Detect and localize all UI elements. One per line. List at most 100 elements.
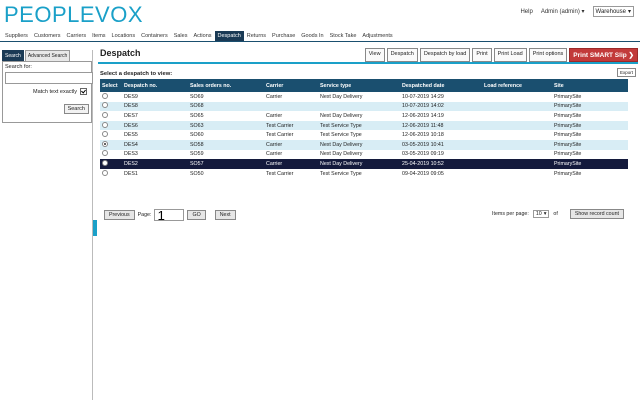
print-button[interactable]: Print	[472, 48, 492, 62]
sidebar-resize-handle[interactable]	[93, 220, 97, 236]
despatch-by-load-button[interactable]: Despatch by load	[419, 48, 471, 62]
nav-item-adjustments[interactable]: Adjustments	[359, 31, 395, 41]
table-row-selected[interactable]: DES2 SO57 Carrier Next Day Delivery 25-0…	[100, 159, 628, 169]
despatched-date-cell: 10-07-2019 14:29	[400, 92, 482, 102]
print-load-button[interactable]: Print Load	[493, 48, 527, 62]
nav-item-returns[interactable]: Returns	[244, 31, 269, 41]
service-type-cell: Next Day Delivery	[318, 139, 400, 150]
items-per-page-value: 10	[535, 211, 542, 217]
next-button[interactable]: Next	[214, 210, 236, 220]
table-row[interactable]: DES4 SO58 Carrier Next Day Delivery 03-0…	[100, 139, 628, 150]
column-header-service-type[interactable]: Service type	[318, 79, 400, 92]
page-number-input[interactable]	[154, 209, 185, 221]
search-input[interactable]	[5, 72, 93, 84]
search-button[interactable]: Search	[63, 104, 89, 114]
carrier-cell: Test Carrier	[264, 168, 318, 179]
nav-item-customers[interactable]: Customers	[31, 31, 64, 41]
nav-item-carriers[interactable]: Carriers	[64, 31, 90, 41]
carrier-cell: Test Carrier	[264, 120, 318, 131]
select-cell	[100, 120, 122, 131]
table-row[interactable]: DES9 SO69 Carrier Next Day Delivery 10-0…	[100, 92, 628, 102]
table-row[interactable]: DES5 SO60 Test Carrier Test Service Type…	[100, 130, 628, 140]
service-type-cell: Test Service Type	[318, 120, 400, 131]
table-row[interactable]: DES8 SO68 10-07-2019 14:02 PrimarySite	[100, 101, 628, 112]
row-radio[interactable]	[102, 121, 108, 128]
nav-item-locations[interactable]: Locations	[109, 31, 139, 41]
select-cell	[100, 139, 122, 150]
site-cell: PrimarySite	[552, 92, 628, 102]
previous-button[interactable]: Previous	[104, 210, 135, 220]
select-despatch-heading: Select a despatch to view:	[100, 71, 173, 77]
despatch-no-cell: DES1	[122, 168, 188, 179]
column-header-despatch-no[interactable]: Despatch no.	[122, 79, 188, 92]
column-header-despatched-date[interactable]: Despatched date	[400, 79, 482, 92]
service-type-cell	[318, 101, 400, 112]
despatch-no-cell: DES3	[122, 149, 188, 160]
column-header-site[interactable]: Site	[552, 79, 628, 92]
print-options-button[interactable]: Print options	[528, 48, 568, 62]
nav-item-despatch[interactable]: Despatch	[214, 31, 244, 41]
view-button[interactable]: View	[364, 48, 385, 62]
select-cell	[100, 130, 122, 140]
nav-item-purchase[interactable]: Purchase	[269, 31, 298, 41]
row-radio[interactable]	[102, 92, 108, 99]
despatch-button[interactable]: Despatch	[386, 48, 418, 62]
table-row[interactable]: DES6 SO63 Test Carrier Test Service Type…	[100, 120, 628, 131]
nav-item-stock-take[interactable]: Stock Take	[327, 31, 360, 41]
nav-item-goods-in[interactable]: Goods In	[298, 31, 326, 41]
table-header-row: Select Despatch no. Sales orders no. Car…	[100, 79, 628, 92]
sales-order-cell: SO68	[188, 101, 264, 112]
row-radio[interactable]	[102, 111, 108, 118]
help-link[interactable]: Help	[520, 9, 532, 15]
user-label: Admin (admin)	[540, 9, 580, 15]
despatched-date-cell: 09-04-2019 09:05	[400, 168, 482, 179]
load-reference-cell	[482, 130, 552, 140]
print-smart-slip-button[interactable]: Print SMART Slip ❯	[569, 48, 638, 62]
nav-item-items[interactable]: Items	[89, 31, 108, 41]
nav-item-sales[interactable]: Sales	[171, 31, 191, 41]
column-header-sales-orders-no[interactable]: Sales orders no.	[188, 79, 264, 92]
match-text-checkbox[interactable]	[80, 88, 88, 95]
row-radio[interactable]	[102, 159, 108, 166]
table-row[interactable]: DES3 SO59 Carrier Next Day Delivery 03-0…	[100, 149, 628, 160]
carrier-cell: Carrier	[264, 111, 318, 121]
match-text-row: Match text exactly	[33, 88, 88, 95]
select-cell	[100, 159, 122, 169]
items-per-page-select[interactable]: 10 ▾	[532, 210, 550, 218]
row-radio[interactable]	[102, 169, 108, 176]
nav-item-suppliers[interactable]: Suppliers	[2, 31, 31, 41]
chevron-down-icon: ▾	[627, 9, 631, 15]
carrier-cell: Carrier	[264, 159, 318, 169]
despatch-no-cell: DES7	[122, 111, 188, 121]
search-label: Search for:	[5, 64, 32, 70]
despatch-no-cell: DES2	[122, 159, 188, 169]
peoplevox-logo: PEOPLEVOX	[4, 2, 144, 27]
warehouse-label: Warehouse	[595, 8, 626, 15]
nav-item-actions[interactable]: Actions	[190, 31, 214, 41]
top-bar: PEOPLEVOX Help Admin (admin) ▾ Warehouse…	[0, 0, 640, 30]
match-text-label: Match text exactly	[33, 88, 78, 95]
row-radio[interactable]	[102, 140, 108, 147]
service-type-cell: Next Day Delivery	[318, 92, 400, 102]
column-header-carrier[interactable]: Carrier	[264, 79, 318, 92]
column-header-select: Select	[100, 79, 122, 92]
load-reference-cell	[482, 111, 552, 121]
nav-item-containers[interactable]: Containers	[138, 31, 171, 41]
export-button[interactable]: Export	[616, 68, 636, 77]
search-sidebar: Search Advanced Search Search for: Match…	[2, 50, 93, 400]
go-button[interactable]: GO	[187, 210, 206, 220]
table-row[interactable]: DES1 SO50 Test Carrier Test Service Type…	[100, 168, 628, 179]
user-menu[interactable]: Admin (admin) ▾	[541, 8, 585, 15]
load-reference-cell	[482, 168, 552, 179]
row-radio[interactable]	[102, 131, 108, 138]
service-type-cell: Next Day Delivery	[318, 159, 400, 169]
table-row[interactable]: DES7 SO65 Carrier Next Day Delivery 12-0…	[100, 111, 628, 121]
load-reference-cell	[482, 149, 552, 160]
warehouse-select[interactable]: Warehouse ▾	[592, 6, 634, 17]
column-header-load-reference[interactable]: Load reference	[482, 79, 552, 92]
row-radio[interactable]	[102, 150, 108, 157]
row-radio[interactable]	[102, 102, 108, 109]
site-cell: PrimarySite	[552, 149, 628, 160]
carrier-cell: Carrier	[264, 149, 318, 160]
show-record-count-button[interactable]: Show record count	[569, 209, 624, 219]
